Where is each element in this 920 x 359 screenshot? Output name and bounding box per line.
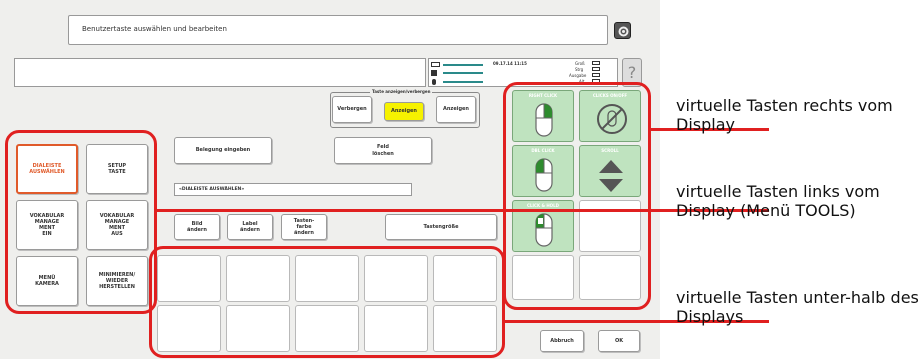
- show-button-active[interactable]: Anzeigen: [384, 102, 424, 121]
- battery-bar: [443, 64, 483, 66]
- datetime: 09.17.14 11:15: [493, 61, 527, 66]
- title-text: Benutzertaste auswählen und bearbeiten: [82, 25, 227, 33]
- gear-icon[interactable]: [614, 22, 631, 39]
- annotation-bottom: virtuelle Tasten unter-halb des Displays: [676, 288, 919, 326]
- clear-field-button[interactable]: Feld löschen: [334, 137, 432, 164]
- left-keys-highlight: [5, 130, 157, 314]
- key-name-value: «DIALEISTE AUSWÄHLEN»: [179, 187, 245, 192]
- microphone-icon: [432, 79, 436, 85]
- key-name-field[interactable]: «DIALEISTE AUSWÄHLEN»: [174, 183, 412, 196]
- toggle-group-label: Taste anzeigen/verbergen: [370, 89, 433, 94]
- assign-button[interactable]: Belegung eingeben: [174, 137, 272, 164]
- label-ausgabe: Ausgabe: [569, 73, 587, 78]
- indicator-box: [592, 67, 600, 71]
- change-color-button[interactable]: Tasten- farbe ändern: [281, 214, 327, 240]
- hide-button[interactable]: Verbergen: [332, 96, 372, 123]
- change-image-button[interactable]: Bild ändern: [174, 214, 220, 240]
- cancel-button[interactable]: Abbruch: [540, 330, 584, 352]
- message-field[interactable]: [14, 58, 426, 87]
- speaker-icon: [431, 70, 437, 76]
- change-label-button[interactable]: Label ändern: [227, 214, 273, 240]
- bottom-keys-highlight: [149, 246, 505, 358]
- ok-button[interactable]: OK: [598, 330, 640, 352]
- right-keys-highlight: [503, 82, 651, 310]
- indicator-box: [592, 61, 600, 65]
- annotation-right: virtuelle Tasten rechts vom Display: [676, 96, 893, 134]
- volume-bar: [443, 72, 483, 74]
- label-gross: Groß: [575, 61, 585, 66]
- mic-bar: [443, 81, 483, 83]
- label-strg: Strg: [575, 67, 584, 72]
- annotation-left: virtuelle Tasten links vom Display (Menü…: [676, 182, 880, 220]
- show-button[interactable]: Anzeigen: [436, 96, 476, 123]
- indicator-box: [592, 73, 600, 77]
- battery-icon: [431, 62, 440, 67]
- key-size-button[interactable]: Tastengröße: [385, 214, 497, 240]
